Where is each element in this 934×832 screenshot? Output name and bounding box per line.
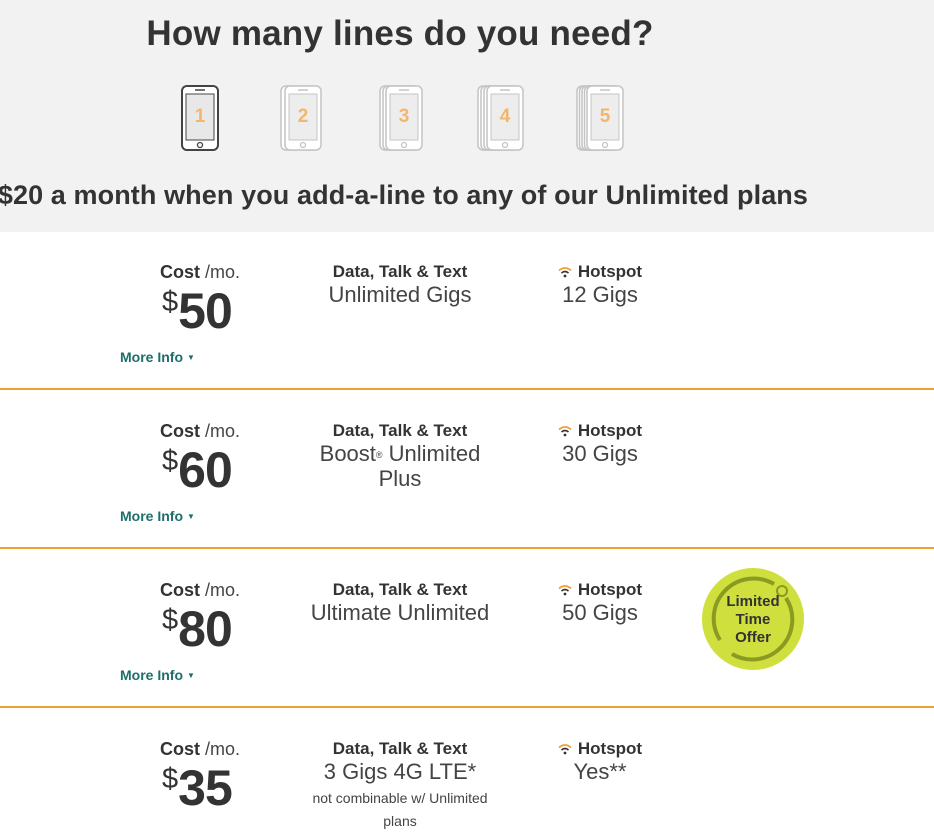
more-info-link[interactable]: More Info ▼: [120, 508, 195, 524]
line-number: 2: [297, 106, 309, 127]
cost-label: Cost /mo.: [160, 739, 241, 759]
savings-banner: ve $20 a month when you add-a-line to an…: [0, 180, 809, 210]
plan-note: not combinable w/ Unlimited plans: [312, 790, 488, 829]
hotspot: Hotspot Yes**: [540, 739, 660, 784]
wifi-icon: [558, 585, 572, 596]
cost-label: Cost /mo.: [160, 580, 241, 600]
plan-price: $60: [162, 442, 233, 498]
data-talk-text: Data, Talk & Text Unlimited Gigs: [328, 262, 472, 307]
line-option-5[interactable]: 5: [575, 84, 627, 154]
plan-price: $35: [162, 760, 233, 816]
plan-row: Cost /mo. $60 More Info ▼ Data, Talk & Te…: [0, 391, 934, 549]
wifi-icon: [558, 744, 572, 755]
cost-label: Cost /mo.: [160, 421, 241, 441]
plan-price: $80: [162, 601, 233, 657]
line-option-3[interactable]: 3: [378, 84, 430, 154]
line-option-1[interactable]: 1: [180, 84, 232, 154]
line-selector-section: How many lines do you need? 1 2 3 4 5 ve…: [0, 0, 934, 232]
line-options: 1 2 3 4 5: [0, 84, 934, 156]
plan-row: Cost /mo. $35 Data, Talk & Text 3 Gigs 4…: [0, 709, 934, 832]
caret-down-icon: ▼: [187, 353, 195, 362]
caret-down-icon: ▼: [187, 671, 195, 680]
plan-row: Cost /mo. $50 More Info ▼ Data, Talk & Te…: [0, 232, 934, 390]
wifi-icon: [558, 426, 572, 437]
page-title: How many lines do you need?: [146, 14, 654, 53]
line-option-4[interactable]: 4: [476, 84, 528, 154]
data-talk-text: Data, Talk & Text Boost® Unlimited Plus: [319, 421, 481, 491]
cost-label: Cost /mo.: [160, 262, 241, 282]
data-talk-text: Data, Talk & Text Ultimate Unlimited: [310, 580, 490, 625]
hotspot: Hotspot 12 Gigs: [540, 262, 660, 307]
line-number: 3: [398, 106, 410, 127]
line-option-2[interactable]: 2: [279, 84, 331, 154]
hotspot: Hotspot 50 Gigs: [540, 580, 660, 625]
data-talk-text: Data, Talk & Text 3 Gigs 4G LTE* not com…: [290, 739, 510, 832]
caret-down-icon: ▼: [187, 512, 195, 521]
more-info-link[interactable]: More Info ▼: [120, 667, 195, 683]
line-number: 4: [499, 106, 511, 127]
plan-price: $50: [162, 283, 233, 339]
line-number: 5: [599, 106, 611, 127]
limited-time-offer-badge: Limited Time Offer: [702, 568, 804, 670]
hotspot: Hotspot 30 Gigs: [540, 421, 660, 466]
wifi-icon: [558, 267, 572, 278]
line-number: 1: [194, 106, 206, 127]
more-info-link[interactable]: More Info ▼: [120, 349, 195, 365]
